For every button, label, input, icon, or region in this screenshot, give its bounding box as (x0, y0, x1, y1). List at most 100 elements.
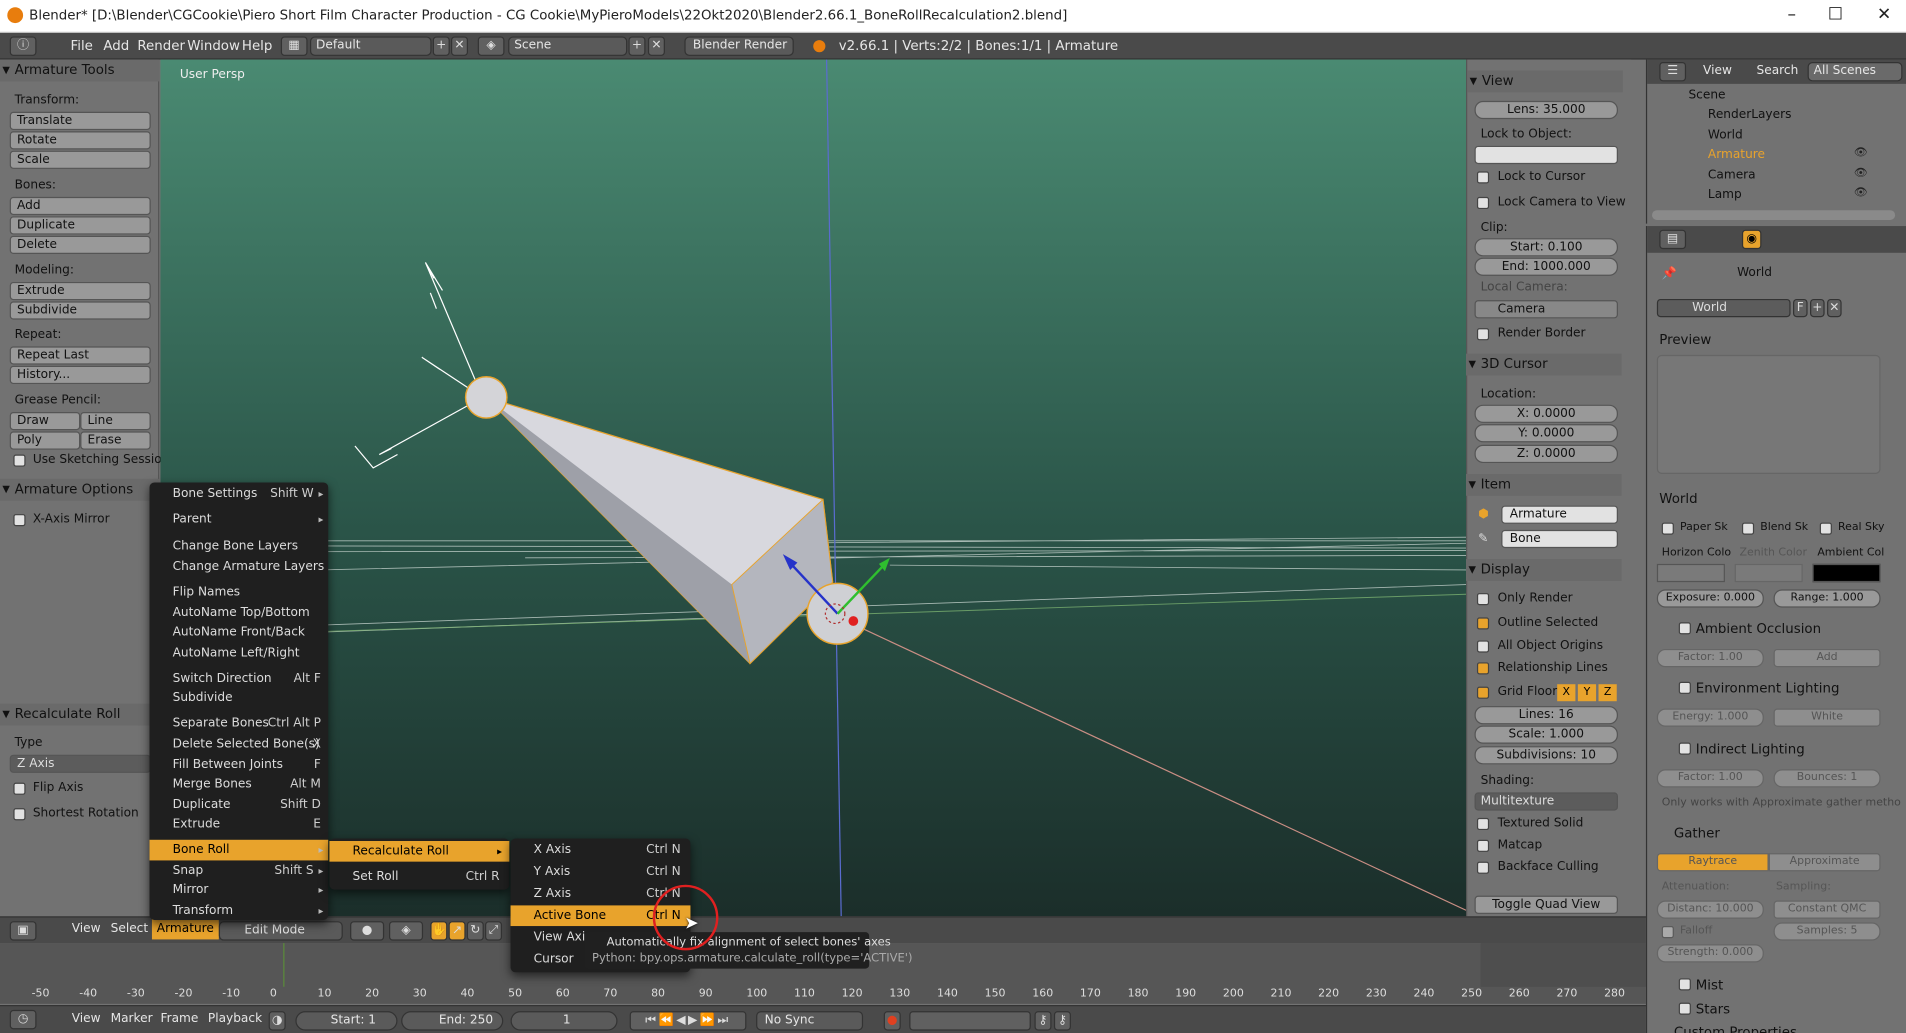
backface-culling-checkbox[interactable] (1476, 861, 1490, 874)
armature-menu-item[interactable]: Parent ▸ (150, 509, 329, 530)
stars-checkbox[interactable] (1678, 1002, 1691, 1015)
armature-menu-item[interactable]: AutoName Left/Right (150, 643, 329, 664)
menu-help[interactable]: Help (242, 38, 272, 54)
remove-layout-icon[interactable]: ✕ (450, 36, 469, 56)
rotate-button[interactable]: Rotate (9, 131, 151, 150)
indirect-factor-field[interactable]: Factor: 1.00 (1656, 769, 1764, 788)
add-layout-icon[interactable]: + (432, 36, 450, 56)
recalculate-roll-header[interactable]: Recalculate Roll (0, 703, 160, 726)
outliner-item-world[interactable]: World (1708, 129, 1743, 142)
outliner-filter-select[interactable]: All Scenes (1807, 61, 1903, 82)
preview-range-icon[interactable]: ◑ (268, 1011, 286, 1031)
armature-menu-item[interactable]: Separate Bones Ctrl Alt P (150, 713, 329, 734)
outliner-item-camera[interactable]: Camera (1708, 169, 1756, 182)
layout-icon[interactable]: ▦ (280, 36, 308, 56)
sketching-checkbox[interactable] (13, 454, 26, 467)
new-world-icon[interactable]: + (1810, 298, 1825, 318)
select-menu[interactable]: Select (111, 922, 149, 935)
world-tab-icon[interactable]: ◉ (1741, 229, 1762, 250)
maximize-button[interactable]: ☐ (1819, 5, 1853, 27)
armature-menu-item[interactable]: AutoName Front/Back (150, 622, 329, 643)
armature-menu-item[interactable]: Extrude E (150, 814, 329, 835)
timeline-view-menu[interactable]: View (72, 1012, 101, 1025)
layout-field[interactable]: Default (309, 36, 432, 56)
mist-checkbox[interactable] (1678, 978, 1691, 991)
line-button[interactable]: Line (80, 411, 151, 431)
textured-solid-checkbox[interactable] (1476, 817, 1490, 831)
outliner-item-scene[interactable]: Scene (1688, 89, 1725, 102)
lens-field[interactable]: Lens: 35.000 (1474, 100, 1618, 120)
world-panel-header[interactable]: World (1659, 491, 1697, 507)
mode-select[interactable]: Edit Mode (218, 921, 343, 941)
scale-manipulator-icon[interactable]: ⤢ (485, 921, 503, 941)
fake-user-button[interactable]: F (1793, 298, 1808, 318)
scene-field[interactable]: Scene (508, 36, 628, 56)
grid-x-toggle[interactable]: X (1557, 684, 1576, 702)
recalculate-roll-item[interactable]: Recalculate Roll ▸ (329, 840, 510, 862)
armature-menu-item[interactable]: Fill Between Joints F (150, 755, 329, 776)
outline-selected-checkbox[interactable] (1476, 617, 1490, 630)
minimize-button[interactable]: – (1775, 5, 1809, 27)
outliner-search-menu[interactable]: Search (1757, 64, 1799, 77)
menu-file[interactable]: File (71, 38, 93, 54)
grid-floor-checkbox[interactable] (1476, 686, 1490, 699)
recalculate-axis-item[interactable]: X Axis Ctrl N (511, 840, 691, 861)
cursor-x-field[interactable]: X: 0.0000 (1474, 404, 1618, 423)
ao-factor-field[interactable]: Factor: 1.00 (1656, 648, 1764, 668)
only-render-checkbox[interactable] (1476, 593, 1490, 606)
scene-icon[interactable]: ◈ (477, 36, 505, 56)
cursor-y-field[interactable]: Y: 0.0000 (1474, 424, 1618, 443)
item-name-field[interactable]: Armature (1501, 505, 1618, 524)
armature-menu-item[interactable]: Bone Roll ▸ (149, 839, 329, 861)
delete-bone-button[interactable]: Delete (9, 235, 151, 254)
armature-menu-item[interactable]: Delete Selected Bone(s) X (150, 734, 329, 755)
armature-menu-item[interactable]: Transform ▸ (150, 901, 329, 922)
stars-panel-header[interactable]: Stars (1696, 1001, 1730, 1017)
gather-panel-header[interactable]: Gather (1674, 825, 1720, 841)
playback-menu[interactable]: Playback (208, 1012, 262, 1025)
zenith-color-swatch[interactable] (1734, 563, 1803, 583)
all-origins-checkbox[interactable] (1476, 640, 1490, 653)
manipulator-icon[interactable]: ✋ (430, 921, 448, 941)
timeline-editor-icon[interactable]: ◷ (9, 1009, 37, 1030)
erase-button[interactable]: Erase (80, 431, 151, 450)
editor-type-icon[interactable]: ⓘ (9, 36, 37, 56)
roll-type-select[interactable]: Z Axis (9, 754, 151, 773)
mist-panel-header[interactable]: Mist (1696, 977, 1723, 993)
local-camera-field[interactable]: Camera (1474, 300, 1618, 319)
current-frame-field[interactable]: 1 (510, 1011, 618, 1031)
repeat-last-button[interactable]: Repeat Last (9, 346, 151, 365)
sync-select[interactable]: No Sync (756, 1011, 864, 1031)
armature-menu-item[interactable]: Mirror ▸ (150, 880, 329, 901)
3d-cursor-header[interactable]: 3D Cursor (1466, 353, 1622, 376)
gather-strength-field[interactable]: Strength: 0.000 (1656, 944, 1764, 963)
ambient-occlusion-header[interactable]: Ambient Occlusion (1696, 621, 1821, 637)
outliner-scrollbar[interactable] (1652, 210, 1896, 220)
duplicate-bone-button[interactable]: Duplicate (9, 216, 151, 235)
x-mirror-checkbox[interactable] (13, 514, 26, 527)
set-roll-item[interactable]: Set Roll Ctrl R (329, 867, 509, 888)
outliner-item-renderlayers[interactable]: RenderLayers (1708, 108, 1792, 121)
ambient-color-swatch[interactable] (1812, 563, 1881, 583)
subdivide-button[interactable]: Subdivide (9, 301, 151, 320)
marker-menu[interactable]: Marker (111, 1012, 153, 1025)
armature-menu-item[interactable]: Switch Direction Alt F (150, 668, 329, 689)
custom-properties-header[interactable]: Custom Properties (1674, 1024, 1797, 1033)
armature-menu-item[interactable]: Change Armature Layers (150, 557, 329, 578)
visibility-eye-icon[interactable]: 👁 (1854, 147, 1868, 159)
3d-viewport[interactable]: User Persp (160, 59, 1467, 917)
grid-scale-field[interactable]: Scale: 1.000 (1474, 725, 1618, 744)
indirect-lighting-checkbox[interactable] (1678, 742, 1691, 755)
relationship-lines-checkbox[interactable] (1476, 662, 1490, 675)
armature-menu-item[interactable]: AutoName Top/Bottom (150, 603, 329, 624)
outliner-item-armature[interactable]: Armature (1708, 148, 1765, 161)
armature-menu-item[interactable]: Change Bone Layers (150, 536, 329, 557)
end-frame-field[interactable]: End: 250 (401, 1011, 504, 1031)
ao-checkbox[interactable] (1678, 622, 1691, 635)
keying-set-field[interactable] (909, 1011, 1031, 1031)
remove-scene-icon[interactable]: ✕ (647, 36, 665, 56)
unlink-world-icon[interactable]: ✕ (1827, 298, 1842, 318)
range-field[interactable]: Range: 1.000 (1773, 589, 1881, 608)
add-scene-icon[interactable]: + (628, 36, 646, 56)
view3d-editor-icon[interactable]: ▣ (9, 921, 37, 941)
